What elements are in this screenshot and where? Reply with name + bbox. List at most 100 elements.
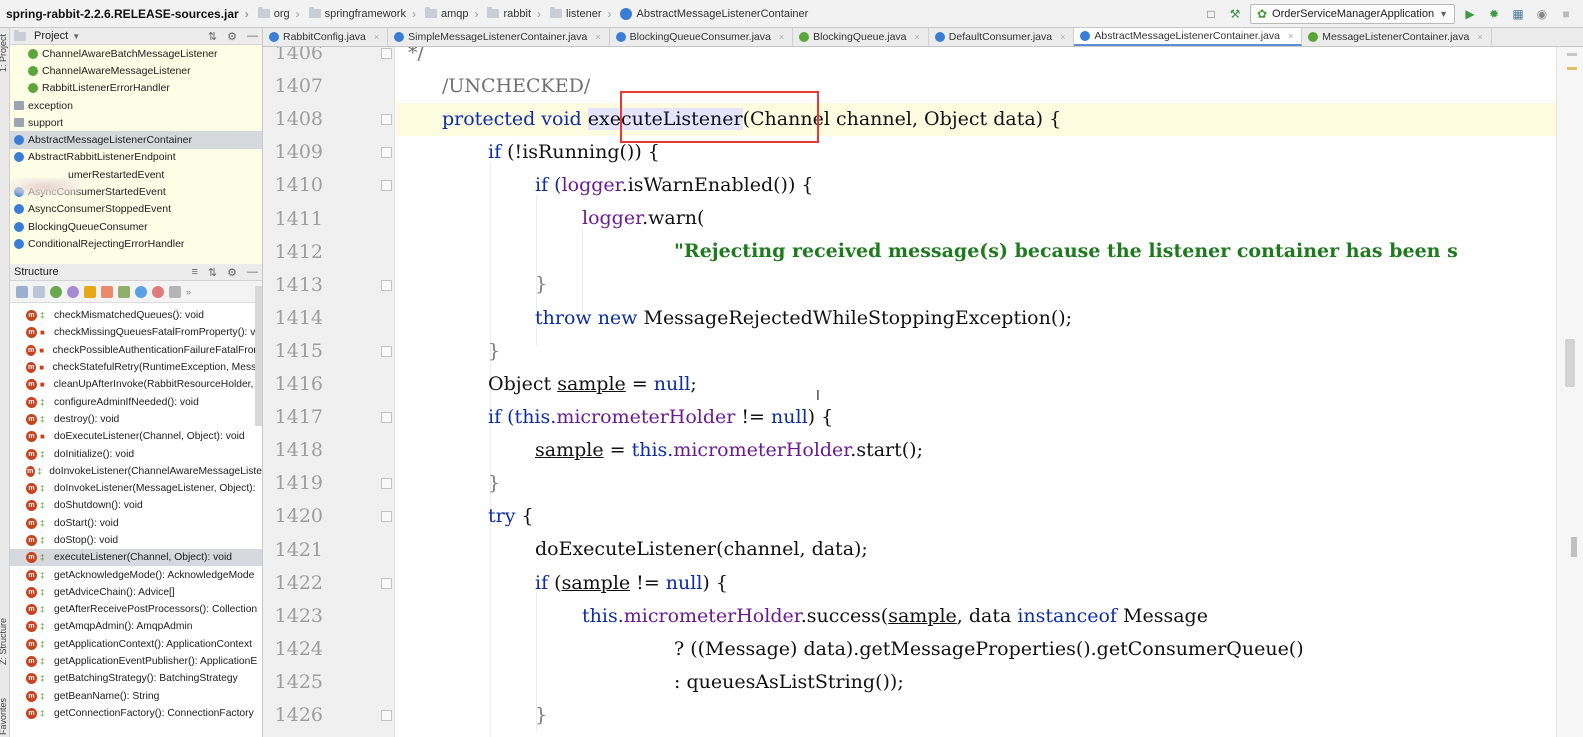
project-panel-title[interactable]: Project — [34, 30, 68, 42]
project-tree-item[interactable]: ChannelAwareMessageListener — [10, 62, 262, 79]
structure-member[interactable]: m ■ cleanUpAfterInvoke(RabbitResourceHolde… — [10, 376, 262, 393]
expand-all-icon[interactable]: ≡ — [191, 266, 197, 279]
project-tree-item[interactable]: RabbitListenerErrorHandler — [10, 80, 262, 97]
structure-member[interactable]: m ‡ configureAdminIfNeeded(): void — [10, 393, 262, 410]
collapse-all-icon[interactable]: ⇅ — [208, 266, 217, 279]
structure-member[interactable]: m ‡ doInvokeListener(ChannelAwareMessageLi… — [10, 463, 262, 480]
project-tree-item[interactable]: exception — [10, 97, 262, 114]
sort-visibility-icon[interactable] — [16, 285, 28, 298]
minimize-icon[interactable]: — — [247, 266, 258, 279]
project-tree-item[interactable]: BlockingQueueConsumer — [10, 218, 262, 235]
fold-toggle-icon[interactable] — [381, 147, 392, 159]
structure-member[interactable]: m ‡ doInitialize(): void — [10, 445, 262, 462]
close-icon[interactable]: × — [779, 32, 784, 42]
fold-toggle-icon[interactable] — [381, 48, 392, 59]
code-editor[interactable]: */ /UNCHECKED/ protected void executeLis… — [396, 47, 1556, 737]
breadcrumb-item[interactable]: AbstractMessageListenerContainer — [617, 0, 814, 28]
show-fields-icon[interactable] — [50, 285, 62, 298]
structure-member[interactable]: m ‡ doShutdown(): void — [10, 497, 262, 514]
scroll-marker[interactable] — [1567, 53, 1577, 56]
fold-toggle-icon[interactable] — [381, 345, 392, 357]
chevron-right-icon[interactable]: » — [186, 287, 191, 297]
structure-member[interactable]: m ■ checkPossibleAuthenticationFailureFata… — [10, 342, 262, 359]
structure-member[interactable]: m ‡ getAmqpAdmin(): AmqpAdmin — [10, 618, 262, 635]
close-icon[interactable]: × — [595, 32, 600, 42]
editor-tab[interactable]: DefaultConsumer.java × — [929, 28, 1075, 46]
breadcrumb-item[interactable]: amqp › — [422, 0, 485, 28]
gear-icon[interactable]: ⚙ — [227, 30, 237, 43]
project-tool-label[interactable]: 1: Project — [0, 34, 8, 72]
structure-scrollbar[interactable] — [255, 286, 262, 426]
fold-toggle-icon[interactable] — [381, 412, 392, 424]
structure-tool-label[interactable]: Z: Structure — [0, 618, 8, 665]
breadcrumb-item[interactable]: rabbit › — [484, 0, 547, 28]
project-tree-item[interactable]: AsyncConsumerStoppedEvent — [10, 201, 262, 218]
build-hammer-icon[interactable]: ⚒ — [1226, 5, 1244, 23]
editor-tab[interactable]: SimpleMessageListenerContainer.java × — [388, 28, 610, 46]
close-icon[interactable]: × — [1477, 32, 1482, 42]
fold-toggle-icon[interactable] — [381, 114, 392, 126]
profile-icon[interactable]: ◉ — [1533, 5, 1551, 23]
minimize-icon[interactable]: — — [247, 30, 258, 43]
chevron-down-icon[interactable]: ▼ — [72, 32, 80, 41]
structure-member[interactable]: m ‡ getBeanName(): String — [10, 688, 262, 705]
structure-member[interactable]: m ‡ getAdviceChain(): Advice[] — [10, 584, 262, 601]
stop-icon[interactable]: ■ — [1557, 5, 1575, 23]
fold-toggle-icon[interactable] — [381, 279, 392, 291]
project-tree-item[interactable]: AbstractMessageListenerContainer — [10, 131, 262, 149]
close-icon[interactable]: × — [1288, 31, 1293, 41]
editor-tab[interactable]: RabbitConfig.java × — [263, 28, 389, 46]
gear-icon[interactable]: ⚙ — [227, 266, 237, 279]
show-anonymous-icon[interactable] — [135, 285, 147, 298]
breadcrumb-item[interactable]: spring-rabbit-2.2.6.RELEASE-sources.jar › — [4, 0, 255, 28]
project-tree-item[interactable]: AbstractRabbitListenerEndpoint — [10, 149, 262, 166]
structure-member[interactable]: m ‡ getAfterReceivePostProcessors(): Colle… — [10, 601, 262, 618]
close-icon[interactable]: × — [374, 32, 379, 42]
sort-alpha-icon[interactable] — [33, 285, 45, 298]
run-configuration-select[interactable]: ✿ OrderServiceManagerApplication ▼ — [1249, 4, 1455, 24]
show-inherited-icon[interactable] — [84, 285, 96, 298]
show-lambdas-icon[interactable] — [118, 285, 130, 298]
project-tree-item[interactable]: support — [10, 114, 262, 131]
show-nonpublic-icon[interactable] — [101, 285, 113, 298]
breadcrumb-item[interactable]: listener › — [547, 0, 617, 28]
favorites-tool-label[interactable]: Favorites — [0, 698, 8, 735]
editor-tab[interactable]: AbstractMessageListenerContainer.java × — [1074, 28, 1303, 46]
project-tree-item[interactable]: ChannelAwareBatchMessageListener — [10, 45, 262, 62]
close-icon[interactable]: × — [915, 32, 920, 42]
coverage-icon[interactable]: ▦ — [1509, 5, 1527, 23]
structure-member[interactable]: m ■ checkMissingQueuesFatalFromProperty():… — [10, 324, 262, 341]
structure-member[interactable]: m ‡ getAcknowledgeMode(): AcknowledgeMode — [10, 566, 262, 583]
fold-toggle-icon[interactable] — [381, 577, 392, 589]
structure-member[interactable]: m ■ checkStatefulRetry(RuntimeException, M… — [10, 359, 262, 376]
editor-tab[interactable]: BlockingQueue.java × — [793, 28, 929, 46]
structure-member[interactable]: m ‡ doStop(): void — [10, 532, 262, 549]
scroll-marker[interactable] — [1567, 67, 1577, 70]
fold-toggle-icon[interactable] — [381, 710, 392, 721]
run-icon[interactable]: ▶ — [1461, 5, 1479, 23]
breadcrumb-item[interactable]: org › — [255, 0, 306, 28]
structure-member[interactable]: m ‡ getBatchingStrategy(): BatchingStrateg… — [10, 670, 262, 687]
show-properties-icon[interactable] — [67, 285, 79, 298]
structure-member[interactable]: m ‡ getApplicationEventPublisher(): Applic… — [10, 653, 262, 670]
structure-member[interactable]: m ‡ destroy(): void — [10, 411, 262, 428]
structure-member[interactable]: m ‡ getConnectionFactory(): ConnectionFact… — [10, 705, 262, 722]
scrollbar-thumb[interactable] — [1565, 339, 1575, 387]
editor-tab[interactable]: MessageListenerContainer.java × — [1302, 28, 1492, 46]
project-tree-item[interactable]: ConditionalRejectingErrorHandler — [10, 235, 262, 252]
structure-member[interactable]: m ■ doExecuteListener(Channel, Object): vo… — [10, 428, 262, 445]
structure-member[interactable]: m ‡ doStart(): void — [10, 515, 262, 532]
editor-tab[interactable]: BlockingQueueConsumer.java × — [610, 28, 794, 46]
scroll-marker[interactable] — [1571, 537, 1577, 557]
fold-toggle-icon[interactable] — [381, 511, 392, 523]
structure-member[interactable]: m ‡ doInvokeListener(MessageListener, Obje… — [10, 480, 262, 497]
breadcrumb-item[interactable]: springframework › — [306, 0, 422, 28]
editor-scrollbar[interactable] — [1556, 47, 1583, 737]
expand-icon[interactable] — [169, 285, 181, 298]
structure-member[interactable]: m ‡ checkMismatchedQueues(): void — [10, 307, 262, 324]
collapse-all-icon[interactable]: ⇅ — [208, 30, 217, 43]
fold-toggle-icon[interactable] — [381, 180, 392, 192]
close-icon[interactable]: × — [1060, 32, 1065, 42]
debug-icon[interactable]: ✹ — [1485, 5, 1503, 23]
autoscroll-icon[interactable] — [152, 285, 164, 298]
